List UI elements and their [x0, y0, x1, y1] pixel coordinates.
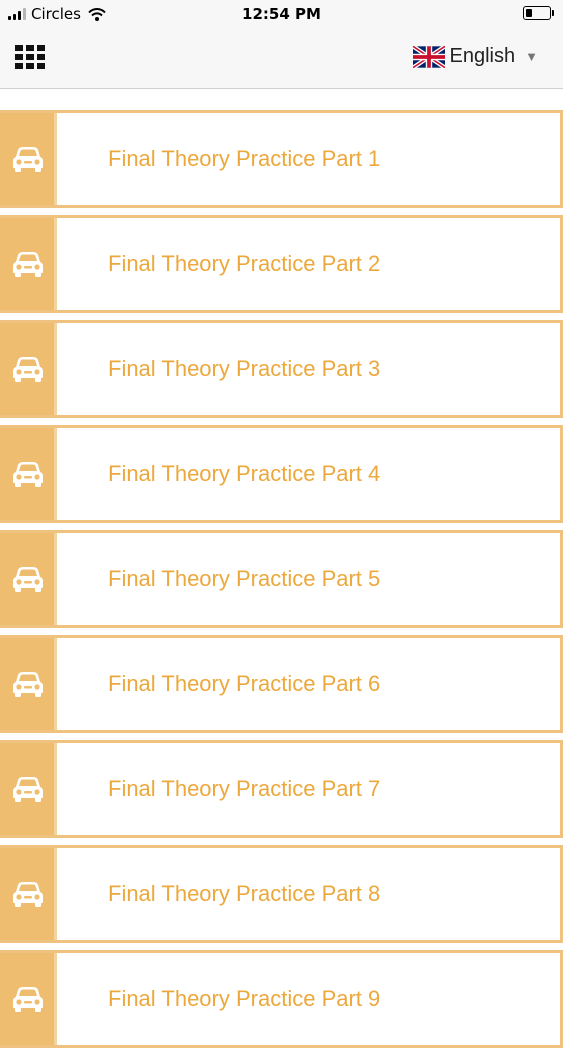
car-icon	[12, 986, 44, 1012]
car-icon	[12, 461, 44, 487]
practice-item-label: Final Theory Practice Part 3	[108, 356, 381, 381]
practice-list: Final Theory Practice Part 1 Final Theory…	[0, 110, 563, 1055]
car-icon	[12, 146, 44, 172]
item-icon-strip	[0, 533, 57, 625]
car-icon	[12, 251, 44, 277]
grid-icon[interactable]	[15, 45, 45, 69]
item-icon-strip	[0, 428, 57, 520]
practice-item-label: Final Theory Practice Part 7	[108, 776, 381, 801]
practice-item-7[interactable]: Final Theory Practice Part 7	[0, 740, 563, 838]
uk-flag-icon	[412, 45, 445, 68]
item-icon-strip	[0, 218, 57, 310]
practice-item-label: Final Theory Practice Part 4	[108, 461, 381, 486]
battery-icon	[523, 6, 554, 20]
battery-level	[526, 9, 532, 17]
top-header: English ▼	[0, 28, 563, 89]
car-icon	[12, 671, 44, 697]
language-label: English	[449, 45, 516, 67]
car-icon	[12, 356, 44, 382]
practice-item-label: Final Theory Practice Part 8	[108, 881, 381, 906]
practice-item-5[interactable]: Final Theory Practice Part 5	[0, 530, 563, 628]
practice-item-label: Final Theory Practice Part 5	[108, 566, 381, 591]
car-icon	[12, 881, 44, 907]
practice-item-label: Final Theory Practice Part 1	[108, 146, 381, 171]
item-icon-strip	[0, 953, 57, 1045]
status-time: 12:54 PM	[242, 5, 321, 23]
status-bar: Circles 12:54 PM	[0, 0, 563, 28]
practice-item-label: Final Theory Practice Part 2	[108, 251, 381, 276]
practice-item-3[interactable]: Final Theory Practice Part 3	[0, 320, 563, 418]
item-icon-strip	[0, 113, 57, 205]
caret-down-icon: ▼	[525, 49, 538, 64]
practice-item-label: Final Theory Practice Part 6	[108, 671, 381, 696]
item-icon-strip	[0, 323, 57, 415]
language-selector[interactable]: English ▼	[412, 45, 538, 68]
practice-item-1[interactable]: Final Theory Practice Part 1	[0, 110, 563, 208]
item-icon-strip	[0, 743, 57, 835]
practice-item-9[interactable]: Final Theory Practice Part 9	[0, 950, 563, 1048]
item-icon-strip	[0, 848, 57, 940]
car-icon	[12, 776, 44, 802]
practice-item-8[interactable]: Final Theory Practice Part 8	[0, 845, 563, 943]
practice-item-2[interactable]: Final Theory Practice Part 2	[0, 215, 563, 313]
practice-item-6[interactable]: Final Theory Practice Part 6	[0, 635, 563, 733]
car-icon	[12, 566, 44, 592]
practice-item-label: Final Theory Practice Part 9	[108, 986, 381, 1011]
item-icon-strip	[0, 638, 57, 730]
practice-item-4[interactable]: Final Theory Practice Part 4	[0, 425, 563, 523]
